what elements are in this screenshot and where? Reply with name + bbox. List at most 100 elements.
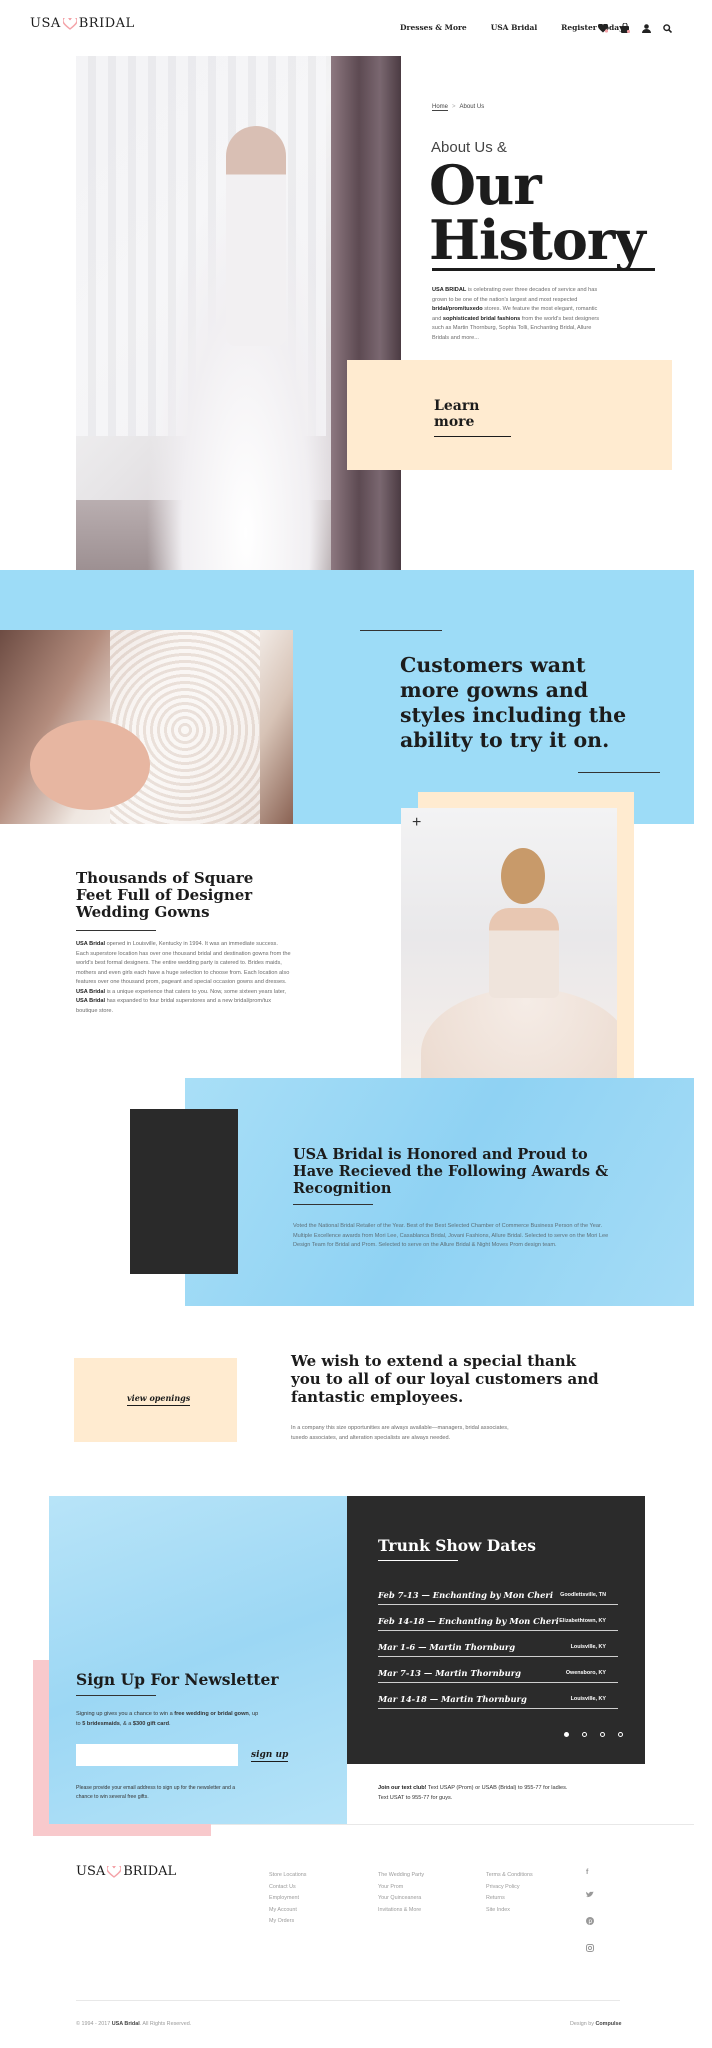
trunk-row-date: Feb 14-18 xyxy=(378,1616,425,1626)
awards-dark-block xyxy=(130,1109,238,1274)
section-divider xyxy=(211,1824,694,1825)
footer-social: f p xyxy=(586,1869,594,1957)
footer-link-store-locations[interactable]: Store Locations xyxy=(269,1870,306,1882)
newsletter-panel xyxy=(49,1496,347,1824)
breadcrumb-separator: > xyxy=(452,104,456,110)
trunk-row[interactable]: Feb 14-18 — Enchanting by Mon Cheri Eliz… xyxy=(378,1609,618,1631)
trunk-row-title: Martin Thornburg xyxy=(441,1694,527,1704)
square-feet-heading: Thousands of Square Feet Full of Designe… xyxy=(76,869,254,921)
trunk-row-date: Mar 14-18 xyxy=(378,1694,427,1704)
twitter-icon[interactable] xyxy=(586,1885,594,1903)
footer-link-employment[interactable]: Employment xyxy=(269,1893,306,1905)
footer-link-returns[interactable]: Returns xyxy=(486,1893,533,1905)
user-icon[interactable] xyxy=(642,20,651,38)
trunk-row-title: Enchanting by Mon Cheri xyxy=(432,1590,554,1600)
breadcrumb-current: About Us xyxy=(459,104,485,110)
hero-title-history: History xyxy=(429,208,646,272)
heart-logo-icon xyxy=(62,17,77,30)
main-nav: Dresses & More USA Bridal Register Today xyxy=(400,23,623,32)
hero-description: USA BRIDAL is celebrating over three dec… xyxy=(432,287,600,341)
newsletter-text: Signing up gives you a chance to win a f… xyxy=(76,1711,259,1727)
trunk-row[interactable]: Feb 7-13 — Enchanting by Mon Cheri Goodl… xyxy=(378,1583,618,1605)
trunk-row-location: Owensboro, KY xyxy=(565,1670,606,1676)
breadcrumb: Home > About Us xyxy=(432,104,484,111)
trunk-row[interactable]: Mar 7-13 — Martin Thornburg Owensboro, K… xyxy=(378,1661,618,1683)
learn-more-button[interactable]: Learn more xyxy=(434,398,511,437)
pagination-dot[interactable] xyxy=(618,1732,623,1737)
brand-logo[interactable]: USA BRIDAL xyxy=(30,16,135,31)
nav-usa-bridal[interactable]: USA Bridal xyxy=(491,23,537,32)
footer-link-quinceanera[interactable]: Your Quinceanera xyxy=(378,1893,424,1905)
footer-link-wedding-party[interactable]: The Wedding Party xyxy=(378,1870,424,1882)
footer-link-privacy[interactable]: Privacy Policy xyxy=(486,1882,533,1894)
trunk-row[interactable]: Mar 1-6 — Martin Thornburg Louisville, K… xyxy=(378,1635,618,1657)
instagram-icon[interactable] xyxy=(586,1939,594,1957)
trunk-row-location: Louisville, KY xyxy=(570,1644,606,1650)
footer-link-contact-us[interactable]: Contact Us xyxy=(269,1882,306,1894)
designer-link[interactable]: Compulse xyxy=(595,2021,621,2027)
newsletter-heading: Sign Up For Newsletter xyxy=(76,1670,279,1689)
model-image xyxy=(401,808,617,1095)
trunk-pagination xyxy=(564,1732,623,1737)
trunk-row-date: Feb 7-13 xyxy=(378,1590,419,1600)
footer-link-terms[interactable]: Terms & Conditions xyxy=(486,1870,533,1882)
bag-icon[interactable] xyxy=(620,20,631,38)
lace-image xyxy=(0,630,293,824)
pinterest-icon[interactable]: p xyxy=(586,1912,594,1930)
trunk-row-date: Mar 7-13 xyxy=(378,1668,421,1678)
plus-icon[interactable]: + xyxy=(412,814,421,832)
customers-top-rule xyxy=(360,630,442,631)
thanks-heading: We wish to extend a special thank you to… xyxy=(291,1352,599,1406)
footer-copyright: © 1994 - 2017 USA Bridal. All Rights Res… xyxy=(76,2021,192,2027)
square-feet-text: USA Bridal opened in Louisville, Kentuck… xyxy=(76,941,291,1014)
header-icons xyxy=(597,20,673,38)
trunk-row[interactable]: Mar 14-18 — Martin Thornburg Louisville,… xyxy=(378,1687,618,1709)
trunk-row-location: Goodlettsville, TN xyxy=(560,1592,606,1598)
breadcrumb-home[interactable]: Home xyxy=(432,104,449,111)
trunk-rule xyxy=(378,1560,458,1561)
footer-link-your-prom[interactable]: Your Prom xyxy=(378,1882,424,1894)
heart-icon[interactable] xyxy=(597,20,609,38)
footer-design-credit: Design by Compulse xyxy=(570,2021,622,2027)
trunk-panel: Trunk Show Dates Feb 7-13 — Enchanting b… xyxy=(347,1496,645,1764)
facebook-icon[interactable]: f xyxy=(586,1869,594,1876)
customers-heading: Customers want more gowns and styles inc… xyxy=(400,653,627,752)
thanks-text: In a company this size opportunities are… xyxy=(291,1425,509,1441)
trunk-row-location: Elizabethtown, KY xyxy=(559,1618,606,1624)
footer-link-my-orders[interactable]: My Orders xyxy=(269,1916,306,1928)
footer-col-2: The Wedding Party Your Prom Your Quincea… xyxy=(378,1870,424,1916)
trunk-row-location: Louisville, KY xyxy=(570,1696,606,1702)
footer-col-1: Store Locations Contact Us Employment My… xyxy=(269,1870,306,1928)
newsletter-signup-button[interactable]: sign up xyxy=(251,1750,289,1762)
hero-title-our: Our xyxy=(429,153,542,217)
footer-col-3: Terms & Conditions Privacy Policy Return… xyxy=(486,1870,533,1916)
trunk-row-title: Martin Thornburg xyxy=(435,1668,521,1678)
square-feet-rule xyxy=(76,930,156,931)
view-openings-button[interactable]: view openings xyxy=(127,1393,191,1406)
trunk-row-title: Martin Thornburg xyxy=(429,1642,516,1652)
search-icon[interactable] xyxy=(663,20,673,38)
footer-divider xyxy=(76,2000,620,2001)
hero-bride-image xyxy=(76,56,401,570)
footer-link-invitations[interactable]: Invitations & More xyxy=(378,1905,424,1917)
awards-heading: USA Bridal is Honored and Proud to Have … xyxy=(293,1146,609,1197)
hero-title-underline xyxy=(432,268,655,271)
footer-logo[interactable]: USA BRIDAL xyxy=(76,1864,176,1879)
pagination-dot[interactable] xyxy=(582,1732,587,1737)
newsletter-email-input[interactable] xyxy=(76,1744,238,1766)
footer-link-my-account[interactable]: My Account xyxy=(269,1905,306,1917)
pagination-dot[interactable] xyxy=(600,1732,605,1737)
site-header: USA BRIDAL Dresses & More USA Bridal Reg… xyxy=(0,0,712,52)
newsletter-note: Please provide your email address to sig… xyxy=(76,1785,236,1800)
nav-dresses-more[interactable]: Dresses & More xyxy=(400,23,467,32)
trunk-heading: Trunk Show Dates xyxy=(378,1536,537,1555)
trunk-row-date: Mar 1-6 xyxy=(378,1642,416,1652)
awards-rule xyxy=(293,1204,373,1205)
pagination-dot-active[interactable] xyxy=(564,1732,569,1737)
awards-text: Voted the National Bridal Retailer of th… xyxy=(293,1223,609,1248)
newsletter-rule xyxy=(76,1695,156,1696)
footer-link-site-index[interactable]: Site Index xyxy=(486,1905,533,1917)
logo-text-left: USA xyxy=(30,16,61,31)
logo-text-right: BRIDAL xyxy=(78,16,135,31)
footer-logo-text-right: BRIDAL xyxy=(123,1864,177,1879)
